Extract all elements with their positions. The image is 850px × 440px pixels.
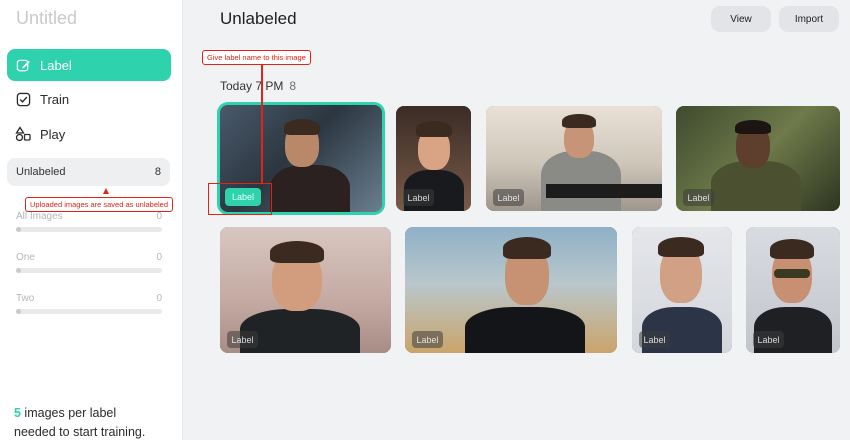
image-card[interactable]: Label — [396, 106, 471, 211]
nav-item-label[interactable]: Label — [7, 49, 171, 81]
category-label: All Images — [16, 211, 63, 222]
image-card[interactable]: Label — [676, 106, 840, 211]
sidebar: Untitled Label Train Play Unlabeled 8 Al… — [0, 0, 183, 440]
hint-text-2: needed to start training. — [14, 425, 146, 439]
category-unlabeled-count: 8 — [154, 166, 161, 178]
group-title: Today 7 PM — [220, 79, 284, 93]
annotation-highlight-box — [208, 183, 272, 215]
label-chip[interactable]: Label — [493, 189, 524, 206]
nav-item-train[interactable]: Train — [7, 83, 171, 115]
check-square-icon — [15, 91, 31, 107]
image-card[interactable]: Label — [220, 227, 391, 353]
label-chip[interactable]: Label — [412, 331, 443, 348]
hint-number: 5 — [14, 406, 21, 420]
category-two[interactable]: Two 0 — [16, 293, 162, 314]
category-unlabeled-label: Unlabeled — [16, 166, 66, 178]
image-card[interactable]: Label — [632, 227, 732, 353]
annotation-uploaded-unlabeled: Uploaded images are saved as unlabeled — [25, 197, 174, 212]
category-label: Two — [16, 293, 35, 304]
label-chip[interactable]: Label — [403, 189, 434, 206]
edit-icon — [15, 57, 31, 73]
nav-item-train-text: Train — [40, 91, 70, 107]
group-count: 8 — [289, 79, 297, 93]
annotation-arrow-up-icon — [103, 188, 109, 194]
view-button[interactable]: View — [711, 6, 771, 32]
nav-item-play[interactable]: Play — [7, 118, 171, 150]
group-header: Today 7 PM 8 — [220, 79, 296, 93]
category-count: 0 — [156, 252, 162, 263]
image-card[interactable]: Label — [486, 106, 662, 211]
category-unlabeled[interactable]: Unlabeled 8 — [7, 158, 170, 186]
label-chip[interactable]: Label — [753, 331, 784, 348]
category-one[interactable]: One 0 — [16, 252, 162, 273]
training-hint: 5 images per label needed to start train… — [14, 404, 179, 440]
page-title: Unlabeled — [220, 9, 297, 28]
import-button[interactable]: Import — [779, 6, 839, 32]
label-chip[interactable]: Label — [227, 331, 258, 348]
app-title[interactable]: Untitled — [16, 8, 77, 29]
category-all-images[interactable]: All Images 0 — [16, 211, 162, 232]
label-chip[interactable]: Label — [639, 331, 670, 348]
category-progress — [16, 227, 162, 232]
category-progress — [16, 268, 162, 273]
image-card[interactable]: Label — [746, 227, 840, 353]
image-card[interactable]: Label — [405, 227, 617, 353]
nav-item-play-text: Play — [40, 126, 66, 142]
nav-item-label-text: Label — [40, 57, 72, 73]
category-count: 0 — [156, 211, 162, 222]
category-label: One — [16, 252, 35, 263]
hint-text-1: images per label — [20, 406, 117, 420]
annotation-give-label: Give label name to this image — [202, 50, 311, 65]
shapes-icon — [15, 126, 31, 142]
category-count: 0 — [156, 293, 162, 304]
annotation-arrow-line — [261, 65, 263, 183]
category-progress — [16, 309, 162, 314]
label-chip[interactable]: Label — [683, 189, 714, 206]
